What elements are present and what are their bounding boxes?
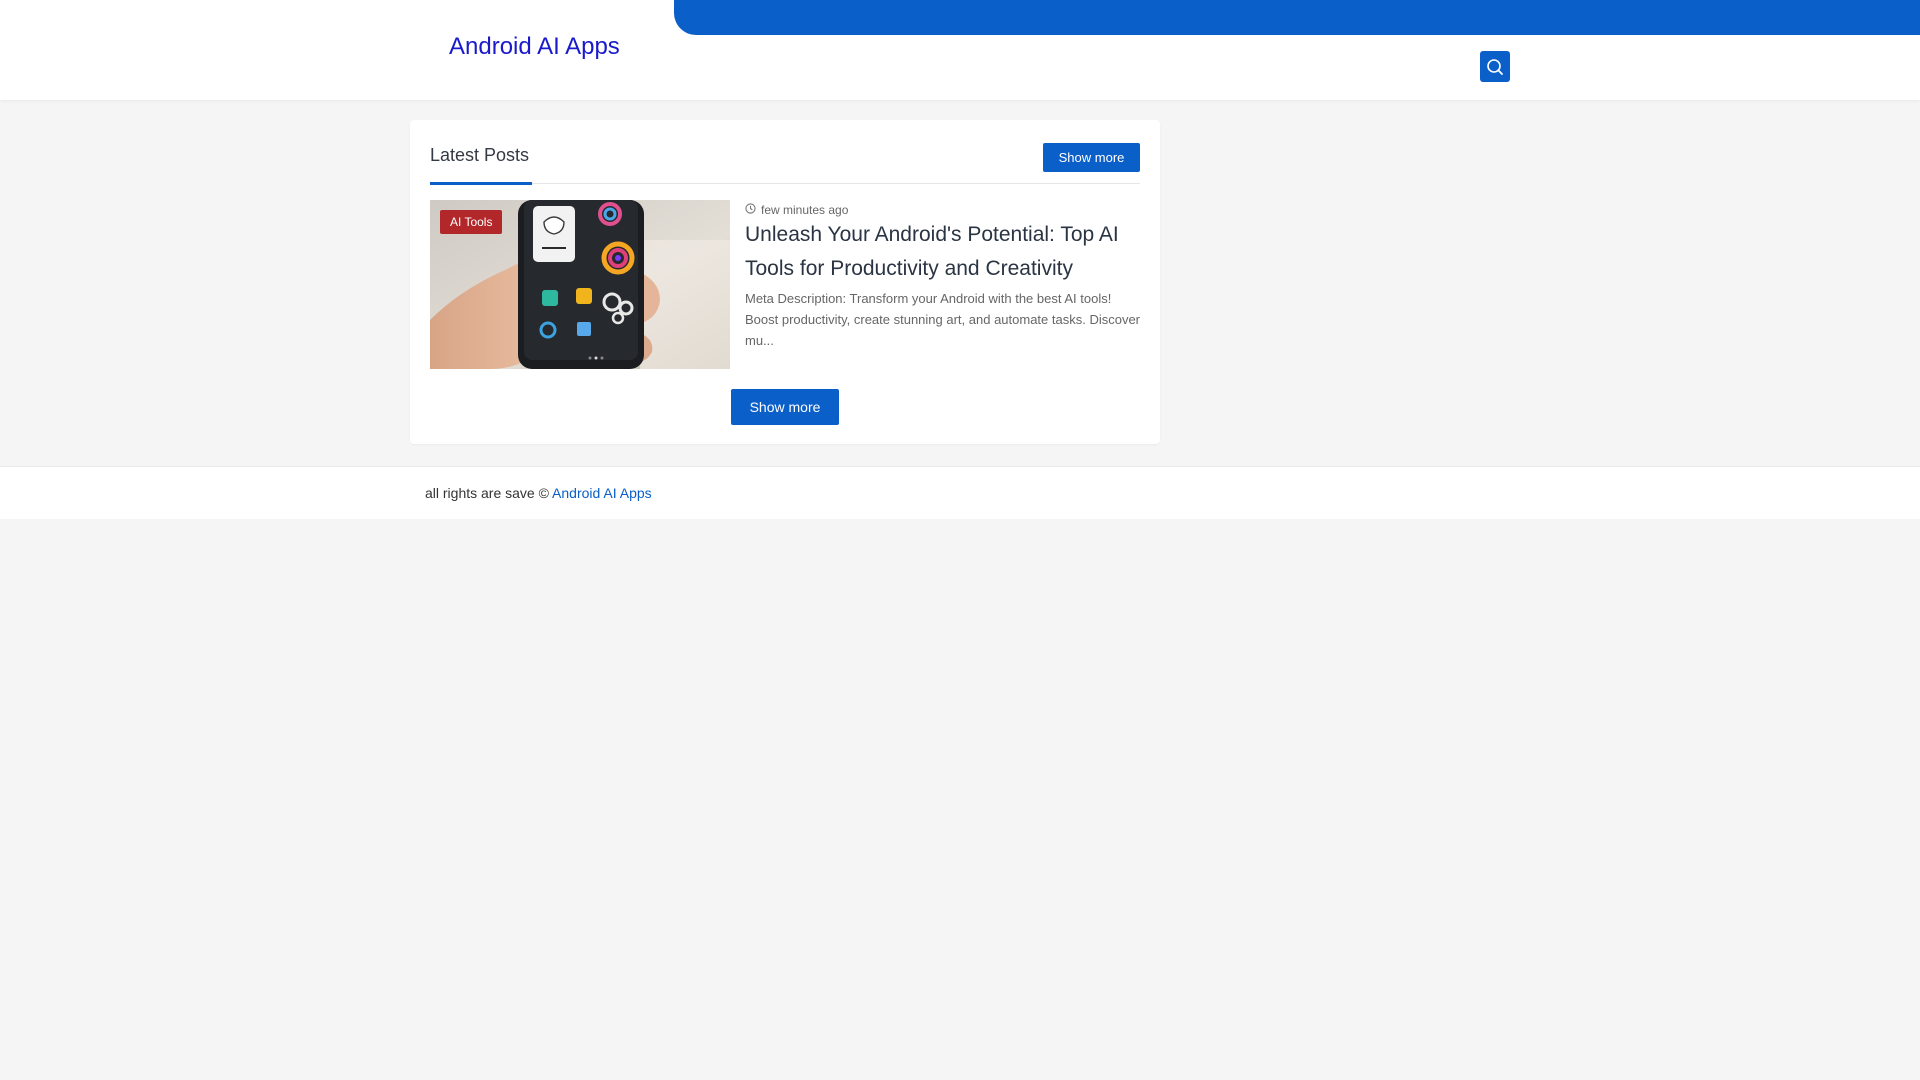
show-more-button-top[interactable]: Show more	[1043, 143, 1140, 172]
footer-site-link[interactable]: Android AI Apps	[552, 485, 652, 501]
post-time: few minutes ago	[761, 203, 849, 217]
category-badge[interactable]: AI Tools	[440, 210, 503, 234]
clock-icon	[745, 203, 756, 217]
section-title-underline	[430, 182, 532, 185]
show-more-button-bottom[interactable]: Show more	[731, 389, 839, 425]
post-meta: few minutes ago	[745, 203, 848, 217]
post-title[interactable]: Unleash Your Android's Potential: Top AI…	[745, 218, 1145, 286]
search-icon	[1486, 58, 1504, 76]
section-title: Latest Posts	[430, 145, 530, 165]
site-header: Android AI Apps	[0, 0, 1920, 100]
post-thumbnail[interactable]: AI Tools	[430, 200, 730, 369]
section-divider	[430, 183, 1140, 184]
site-title-link[interactable]: Android AI Apps	[449, 33, 620, 61]
search-button[interactable]	[1480, 51, 1510, 82]
footer-copyright: all rights are save © Android AI Apps	[425, 485, 652, 501]
latest-posts-widget: Latest Posts Show more AI Tools few minu…	[410, 120, 1160, 444]
top-accent-bar	[674, 0, 1920, 35]
site-footer: all rights are save © Android AI Apps	[0, 466, 1920, 519]
post-excerpt: Meta Description: Transform your Android…	[745, 291, 1141, 348]
footer-rights-text: all rights are save ©	[425, 485, 549, 501]
